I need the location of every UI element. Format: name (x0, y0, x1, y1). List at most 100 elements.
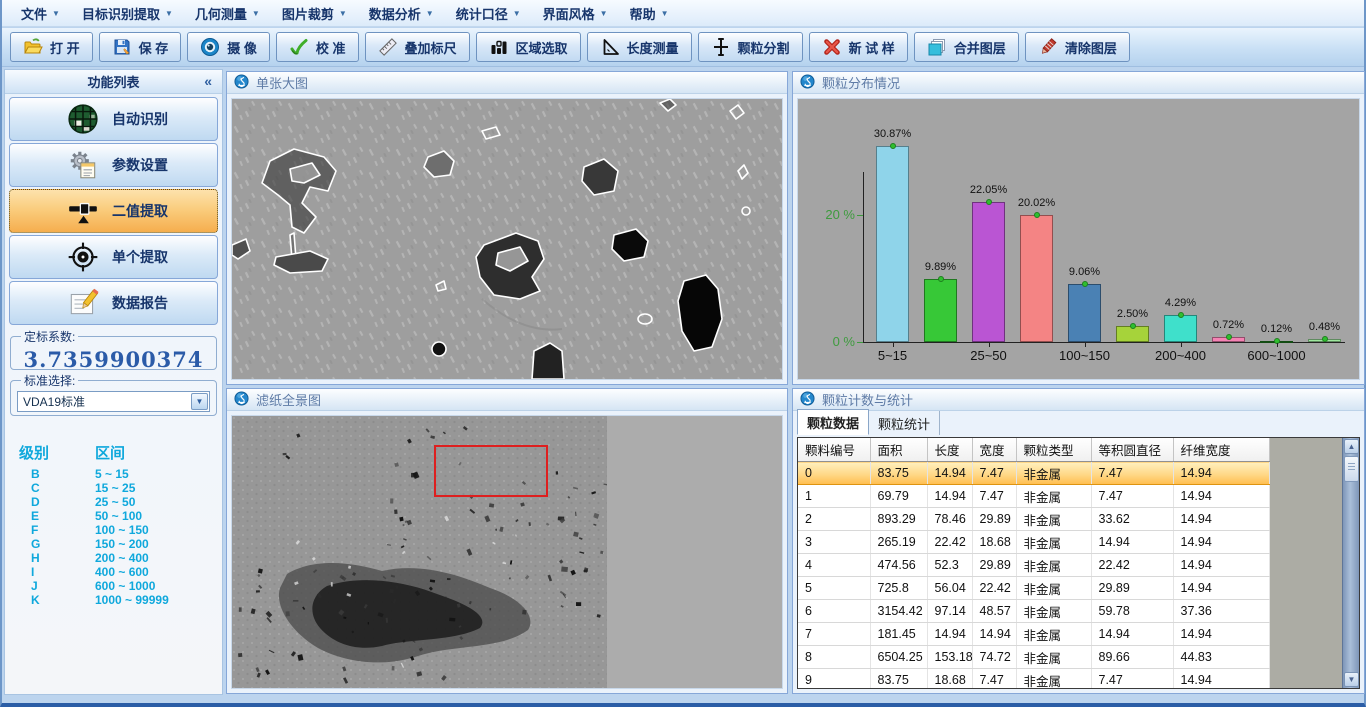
bar-marker-icon (938, 276, 944, 282)
menu-item-5[interactable]: 数据分析▼ (358, 2, 445, 25)
table-cell: 14.94 (1091, 531, 1173, 554)
column-header[interactable]: 颗料编号 (798, 438, 870, 462)
column-header[interactable]: 等积圆直径 (1091, 438, 1173, 462)
toolbar-button-7[interactable]: 长度测量 (587, 32, 692, 62)
scroll-down-icon[interactable]: ▼ (1344, 672, 1359, 687)
param-settings-icon (66, 148, 100, 182)
toolbar-button-9[interactable]: 新 试 样 (809, 32, 908, 62)
toolbar-button-3[interactable]: 摄 像 (187, 32, 270, 62)
table-cell: 3154.42 (870, 600, 927, 623)
sidebar-button-4[interactable]: 单个提取 (9, 235, 218, 279)
menu-item-7[interactable]: 界面风格▼ (532, 2, 619, 25)
table-cell: 14.94 (1173, 508, 1269, 531)
level-letter: I (19, 565, 95, 579)
toolbar-button-label: 保 存 (139, 38, 169, 57)
chevron-down-icon: ▼ (339, 9, 347, 18)
level-range: 150 ~ 200 (95, 537, 149, 551)
tab-particle-stats[interactable]: 颗粒统计 (869, 411, 940, 435)
table-cell: 181.45 (870, 623, 927, 646)
menu-item-6[interactable]: 统计口径▼ (445, 2, 532, 25)
x-tick (1181, 343, 1182, 347)
table-cell: 69.79 (870, 485, 927, 508)
table-cell: 非金属 (1016, 485, 1091, 508)
table-row-4[interactable]: 4474.5652.329.89非金属22.4214.94 (798, 554, 1269, 577)
toolbar-button-11[interactable]: 清除图层 (1025, 32, 1130, 62)
chevron-down-icon: ▼ (426, 9, 434, 18)
menu-item-4[interactable]: 图片裁剪▼ (271, 2, 358, 25)
column-header[interactable]: 宽度 (972, 438, 1016, 462)
sidebar-title: 功能列表 (87, 72, 139, 91)
table-row-3[interactable]: 3265.1922.4218.68非金属14.9414.94 (798, 531, 1269, 554)
standard-select[interactable]: VDA19标准 ▼ (17, 391, 210, 412)
sidebar-button-3[interactable]: 二值提取 (9, 189, 218, 233)
menu-item-8[interactable]: 帮助▼ (619, 2, 680, 25)
statistics-tabs: 颗粒数据颗粒统计 (797, 413, 940, 435)
table-row-7[interactable]: 7181.4514.9414.94非金属14.9414.94 (798, 623, 1269, 646)
tab-particle-data[interactable]: 颗粒数据 (797, 409, 869, 435)
table-cell: 14.94 (927, 485, 972, 508)
level-row: H200 ~ 400 (19, 551, 214, 565)
sidebar-button-2[interactable]: 参数设置 (9, 143, 218, 187)
table-row-9[interactable]: 983.7518.687.47非金属7.4714.94 (798, 669, 1269, 690)
table-cell: 83.75 (870, 462, 927, 485)
table-row-1[interactable]: 169.7914.947.47非金属7.4714.94 (798, 485, 1269, 508)
toolbar-button-8[interactable]: 颗粒分割 (698, 32, 803, 62)
menu-item-2[interactable]: 目标识别提取▼ (71, 2, 184, 25)
menu-item-label: 统计口径 (456, 4, 508, 23)
table-row-8[interactable]: 86504.25153.1874.72非金属89.6644.83 (798, 646, 1269, 669)
toolbar-button-6[interactable]: 区域选取 (476, 32, 581, 62)
column-header[interactable]: 颗粒类型 (1016, 438, 1091, 462)
level-row: B5 ~ 15 (19, 467, 214, 481)
table-row-2[interactable]: 2893.2978.4629.89非金属33.6214.94 (798, 508, 1269, 531)
bar-15~25 (924, 279, 957, 342)
sidebar-button-1[interactable]: 自动识别 (9, 97, 218, 141)
toolbar-button-5[interactable]: 叠加标尺 (365, 32, 470, 62)
table-cell: 非金属 (1016, 600, 1091, 623)
table-cell: 14.94 (1091, 623, 1173, 646)
app-window: 文件▼目标识别提取▼几何测量▼图片裁剪▼数据分析▼统计口径▼界面风格▼帮助▼ 打… (0, 0, 1366, 707)
menu-item-1[interactable]: 文件▼ (10, 2, 71, 25)
toolbar-button-1[interactable]: 打 开 (10, 32, 93, 62)
table-row-5[interactable]: 5725.856.0422.42非金属29.8914.94 (798, 577, 1269, 600)
microscope-icon (800, 74, 815, 92)
calibrate-check-icon (289, 37, 309, 57)
sidebar-button-5[interactable]: 数据报告 (9, 281, 218, 325)
standard-group: 标准选择: VDA19标准 ▼ (10, 372, 217, 416)
panel-statistics-title: 颗粒计数与统计 (793, 389, 1364, 411)
table-cell: 14.94 (1173, 462, 1269, 485)
column-header[interactable]: 面积 (870, 438, 927, 462)
toolbar: 打 开 保 存摄 像校 准叠加标尺 区域选取长度测量颗粒分割 新 试 样合并图层清除图… (2, 28, 1364, 67)
column-header[interactable]: 纤维宽度 (1173, 438, 1269, 462)
merge-layers-icon (927, 37, 947, 57)
table-cell: 44.83 (1173, 646, 1269, 669)
table-row-6[interactable]: 63154.4297.1448.57非金属59.7837.36 (798, 600, 1269, 623)
panel-distribution-title: 颗粒分布情况 (793, 72, 1364, 94)
panel-single-image: 单张大图 (226, 71, 788, 385)
scroll-thumb[interactable] (1344, 456, 1359, 482)
table-cell: 22.42 (1091, 554, 1173, 577)
level-range: 15 ~ 25 (95, 481, 135, 495)
panorama-canvas[interactable] (231, 415, 783, 689)
toolbar-button-label: 区域选取 (516, 38, 568, 57)
toolbar-button-10[interactable]: 合并图层 (914, 32, 1019, 62)
toolbar-button-label: 新 试 样 (849, 38, 895, 57)
single-image-canvas[interactable] (231, 98, 783, 380)
scroll-up-icon[interactable]: ▲ (1344, 439, 1359, 454)
dropdown-arrow-icon[interactable]: ▼ (191, 393, 208, 410)
menu-item-3[interactable]: 几何测量▼ (184, 2, 271, 25)
table-cell: 89.66 (1091, 646, 1173, 669)
level-letter: J (19, 579, 95, 593)
table-cell: 52.3 (927, 554, 972, 577)
table-cell: 153.18 (927, 646, 972, 669)
vertical-scrollbar[interactable]: ▲ ▼ (1342, 438, 1359, 688)
level-range: 200 ~ 400 (95, 551, 149, 565)
table-row-0[interactable]: 083.7514.947.47非金属7.4714.94 (798, 462, 1269, 485)
panel-title-text: 单张大图 (256, 73, 308, 92)
bar-marker-icon (1226, 334, 1232, 340)
collapse-icon[interactable]: « (204, 73, 212, 89)
table-cell: 56.04 (927, 577, 972, 600)
toolbar-button-4[interactable]: 校 准 (276, 32, 359, 62)
toolbar-button-2[interactable]: 保 存 (99, 32, 182, 62)
level-row: D25 ~ 50 (19, 495, 214, 509)
column-header[interactable]: 长度 (927, 438, 972, 462)
